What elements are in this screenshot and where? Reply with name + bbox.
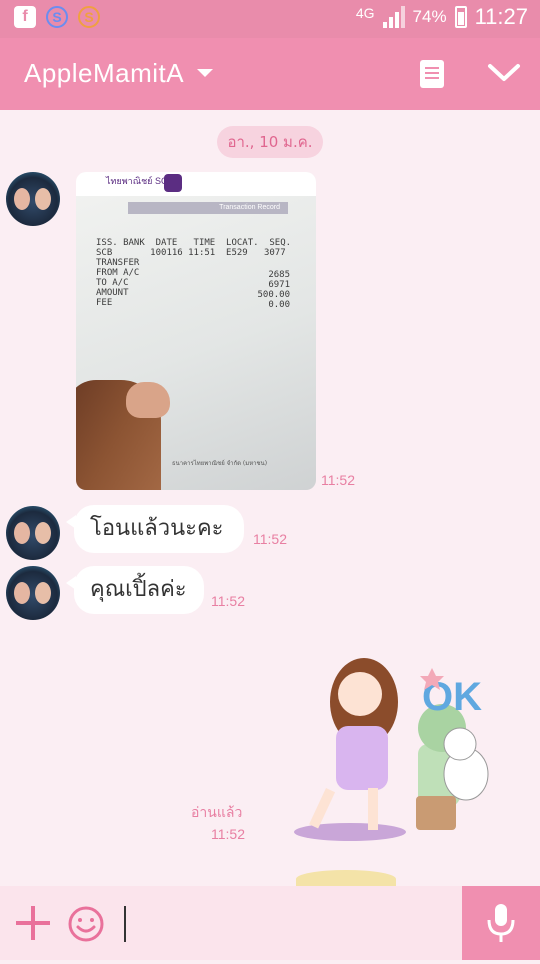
sticker-shadow (294, 823, 406, 841)
emoji-icon[interactable] (68, 906, 104, 942)
check-icon[interactable] (487, 60, 521, 86)
s-app-icon: S (46, 6, 68, 28)
notification-icons: f S S (14, 6, 100, 28)
sticker-leg (368, 788, 378, 830)
message-time: 11:52 (253, 531, 287, 547)
input-bar (0, 886, 540, 960)
fingernail (126, 382, 170, 418)
receipt-value: 500.00 (257, 290, 290, 300)
status-bar: f S S 4G 74% 11:27 (0, 0, 540, 38)
avatar[interactable] (6, 506, 60, 560)
system-status: 4G 74% 11:27 (356, 4, 528, 30)
sticker-face (338, 672, 382, 716)
message-time: 11:52 (321, 472, 355, 488)
avatar[interactable] (6, 172, 60, 226)
battery-icon (454, 6, 467, 28)
clock: 11:27 (474, 4, 528, 29)
mic-button[interactable] (462, 886, 540, 960)
chat-header: AppleMamitA (0, 38, 540, 110)
facebook-icon: f (14, 6, 36, 28)
plus-icon[interactable] (16, 906, 50, 940)
mic-icon[interactable] (462, 886, 540, 960)
receipt-values: 2685 6971 500.00 0.00 (254, 270, 290, 310)
message-bubble[interactable]: โอนแล้วนะคะ (66, 505, 244, 553)
message-time: 11:52 (211, 826, 245, 842)
receipt-value: 2685 (268, 270, 290, 280)
sticker-leg (309, 788, 336, 829)
sticker-body (336, 726, 388, 790)
sticker[interactable]: OK (260, 636, 530, 848)
s-app-icon: S (78, 6, 100, 28)
message-text: คุณเปิ้ลค่ะ (90, 577, 187, 602)
chat-title[interactable]: AppleMamitA (24, 58, 184, 89)
bank-logo-icon (164, 174, 182, 192)
receipt-band: Transaction Record (128, 202, 288, 214)
receipt-footer: ธนาคารไทยพาณิชย์ จำกัด (มหาชน) (172, 460, 268, 467)
receipt-value: 6971 (268, 280, 290, 290)
read-receipt: อ่านแล้ว (191, 805, 243, 821)
avatar[interactable] (6, 566, 60, 620)
receipt-image[interactable]: ไทยพาณิชย์ SCB Transaction Record ISS. B… (76, 172, 316, 490)
message-input[interactable] (120, 898, 454, 950)
message-time: 11:52 (211, 593, 245, 609)
battery-percent: 74% (412, 7, 447, 26)
notes-icon[interactable] (420, 60, 444, 88)
sticker-cat-head (443, 727, 477, 761)
chevron-down-icon[interactable] (197, 69, 213, 77)
receipt-value: 0.00 (268, 300, 290, 310)
sticker-pot (416, 796, 456, 830)
date-separator: อา., 10 ม.ค. (217, 126, 323, 158)
message-text: โอนแล้วนะคะ (90, 516, 224, 541)
network-type: 4G (355, 5, 375, 21)
message-bubble[interactable]: คุณเปิ้ลค่ะ (66, 566, 204, 614)
signal-icon (382, 6, 405, 28)
